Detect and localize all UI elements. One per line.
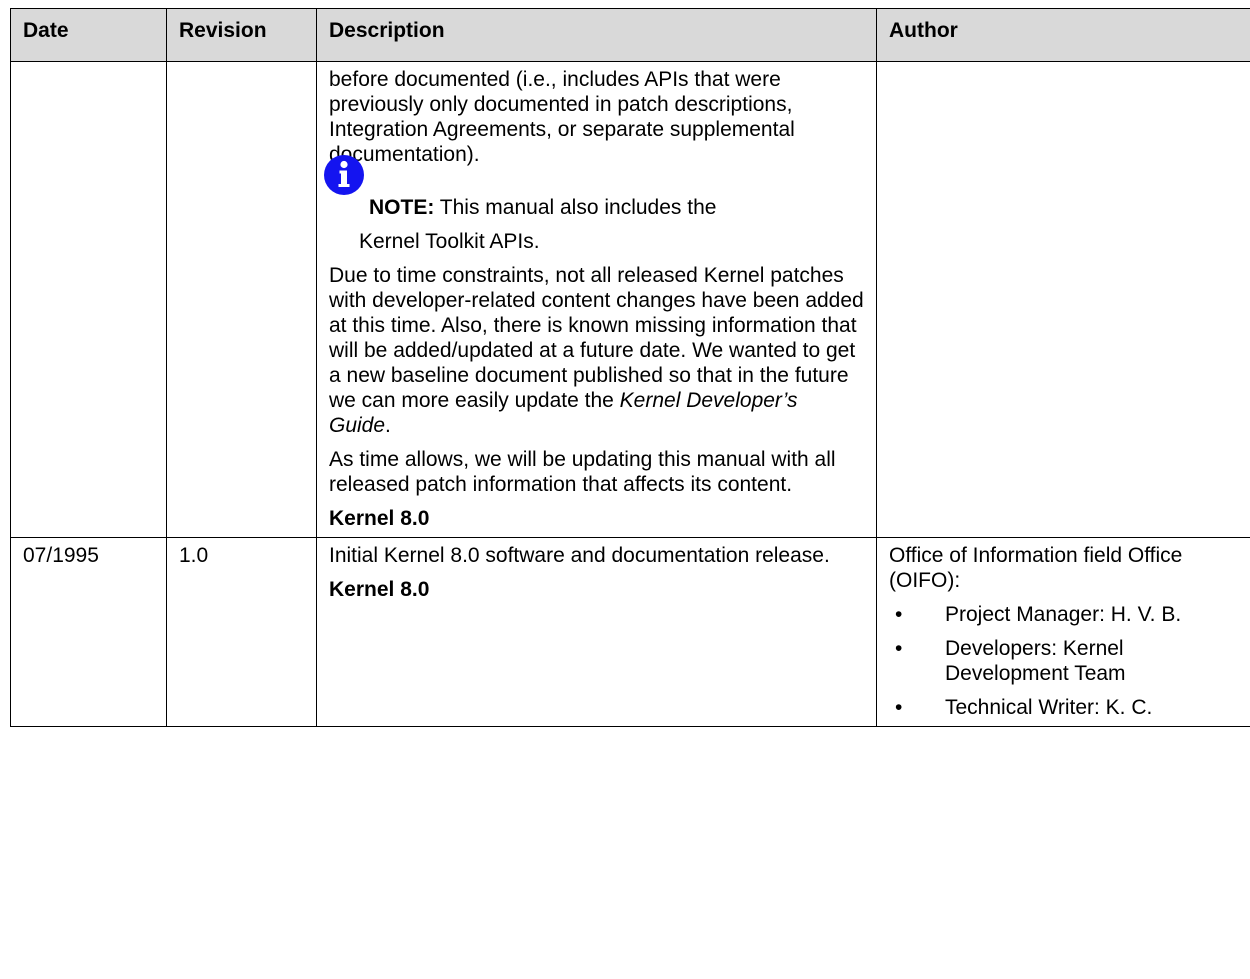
list-item: Project Manager: H. V. B.: [889, 602, 1238, 627]
cell-revision: [166, 61, 317, 538]
description-paragraph: before documented (i.e., includes APIs t…: [329, 68, 795, 166]
cell-description: before documented (i.e., includes APIs t…: [316, 61, 877, 538]
author-list: Project Manager: H. V. B. Developers: Ke…: [889, 602, 1238, 720]
table-row: before documented (i.e., includes APIs t…: [10, 61, 1250, 538]
header-author: Author: [876, 8, 1250, 62]
cell-date: 07/1995: [10, 537, 167, 727]
cell-date: [10, 61, 167, 538]
table-header-row: Date Revision Description Author: [10, 8, 1250, 62]
description-paragraph: Due to time constraints, not all release…: [329, 264, 864, 437]
note-callout: NOTE: This manual also includes the: [324, 155, 864, 220]
note-text: This manual also includes the: [434, 196, 717, 219]
header-date: Date: [10, 8, 167, 62]
description-paragraph: Initial Kernel 8.0 software and document…: [329, 544, 830, 567]
note-label: NOTE:: [369, 196, 435, 219]
note-text-continued: Kernel Toolkit APIs.: [359, 230, 540, 253]
cell-revision: 1.0: [166, 537, 317, 727]
version-label: Kernel 8.0: [329, 578, 430, 601]
table-row: 07/1995 1.0 Initial Kernel 8.0 software …: [10, 537, 1250, 727]
info-icon: [324, 155, 364, 195]
cell-author: [876, 61, 1250, 538]
cell-author: Office of Information field Office (OIFO…: [876, 537, 1250, 727]
list-item: Developers: Kernel Development Team: [889, 636, 1238, 686]
author-intro: Office of Information field Office (OIFO…: [889, 544, 1183, 592]
cell-description: Initial Kernel 8.0 software and document…: [316, 537, 877, 727]
header-revision: Revision: [166, 8, 317, 62]
header-description: Description: [316, 8, 877, 62]
list-item: Technical Writer: K. C.: [889, 695, 1238, 720]
version-label: Kernel 8.0: [329, 507, 430, 530]
revision-history-table: Date Revision Description Author before …: [10, 8, 1250, 727]
description-paragraph: As time allows, we will be updating this…: [329, 448, 836, 496]
